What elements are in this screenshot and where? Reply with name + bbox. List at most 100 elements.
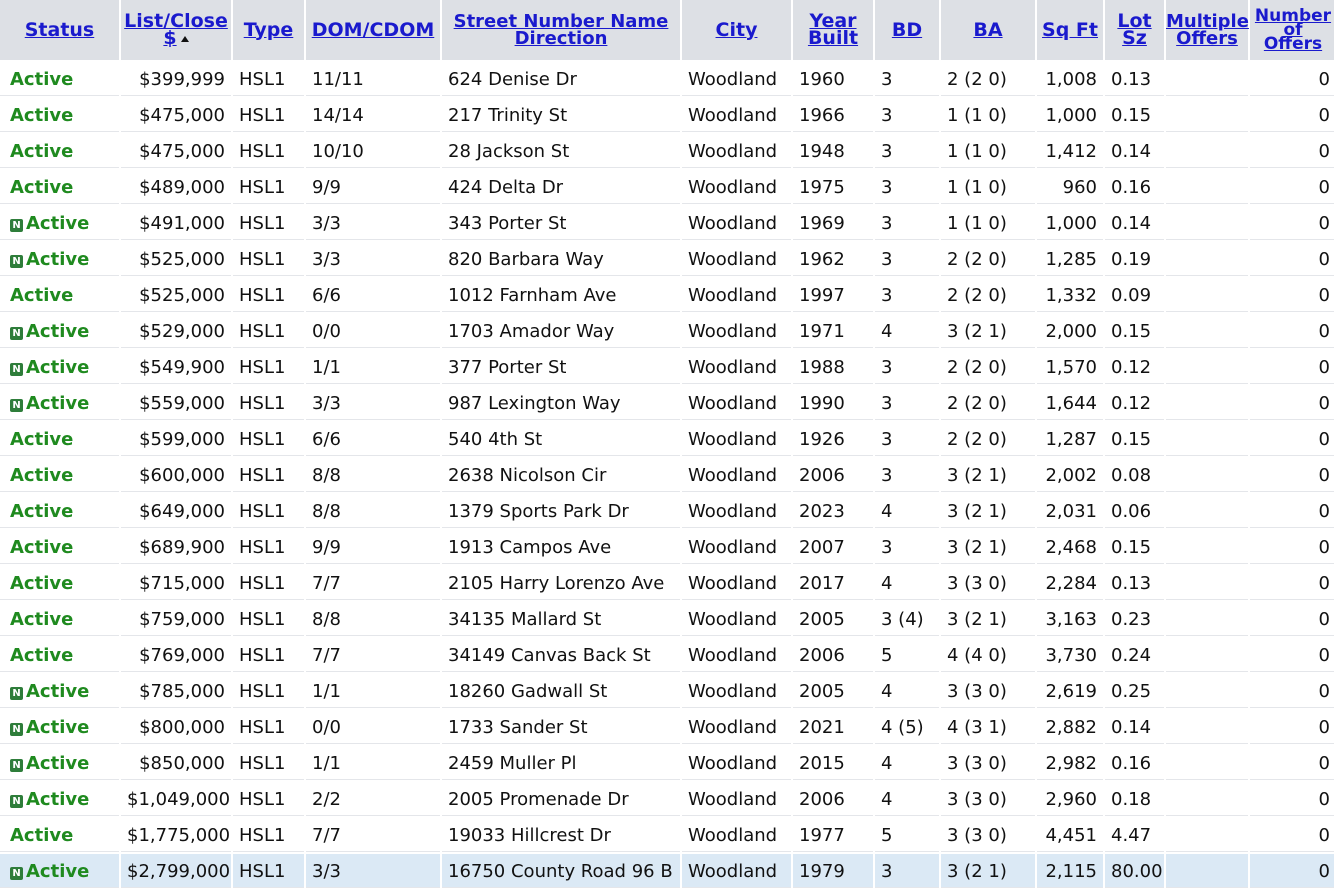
city-cell: Woodland [682,206,791,240]
sqft-cell: 1,285 [1037,242,1103,276]
multiple-offers-cell [1166,170,1248,204]
dom-cdom-cell: 8/8 [306,494,440,528]
col-header-status[interactable]: Status [0,0,119,60]
street-cell: 2459 Muller Pl [442,746,680,780]
year-built-cell: 1969 [793,206,873,240]
type-cell: HSL1 [233,242,304,276]
col-header-city[interactable]: City [682,0,791,60]
col-header-type[interactable]: Type [233,0,304,60]
lot-size-cell: 0.25 [1105,674,1164,708]
col-header-dom-cdom[interactable]: DOM/CDOM [306,0,440,60]
sort-link-sqft[interactable]: Sq Ft [1042,19,1098,41]
type-cell: HSL1 [233,98,304,132]
city-cell: Woodland [682,458,791,492]
new-listing-icon: N [10,254,23,268]
listing-row[interactable]: N Active $2,799,000 HSL1 3/3 16750 County Roa… [0,854,1334,888]
type-cell: HSL1 [233,386,304,420]
listing-row[interactable]: N Active $850,000 HSL1 1/1 2459 Muller Pl Wood… [0,746,1334,780]
city-cell: Woodland [682,350,791,384]
dom-cdom-cell: 6/6 [306,422,440,456]
col-header-year-built[interactable]: Year Built [793,0,873,60]
status-label: Active [26,680,90,702]
sort-link-dom-cdom[interactable]: DOM/CDOM [312,19,435,41]
number-of-offers-cell: 0 [1250,458,1334,492]
bathrooms-cell: 3 (3 0) [941,746,1035,780]
listing-row[interactable]: N Active $525,000 HSL1 3/3 820 Barbara Way Woo… [0,242,1334,276]
price-cell: $1,049,000 [121,782,231,816]
price-cell: $525,000 [121,242,231,276]
city-cell: Woodland [682,818,791,852]
multiple-offers-cell [1166,746,1248,780]
listing-row[interactable]: Active $475,000 HSL1 10/10 28 Jackson St Wood… [0,134,1334,168]
listing-row[interactable]: Active $769,000 HSL1 7/7 34149 Canvas Back S… [0,638,1334,672]
col-header-list-close[interactable]: List/Close $ [121,0,231,60]
listing-row[interactable]: Active $689,900 HSL1 9/9 1913 Campos Ave Wood… [0,530,1334,564]
col-header-bd[interactable]: BD [875,0,939,60]
bedrooms-cell: 3 [875,170,939,204]
lot-size-cell: 0.24 [1105,638,1164,672]
listing-row[interactable]: Active $649,000 HSL1 8/8 1379 Sports Park Dr… [0,494,1334,528]
listing-row[interactable]: Active $1,775,000 HSL1 7/7 19033 Hillcrest D… [0,818,1334,852]
sort-link-multiple-offers[interactable]: Multiple Offers [1166,11,1249,49]
status-label: Active [26,788,90,810]
listing-row[interactable]: Active $399,999 HSL1 11/11 624 Denise Dr Wood… [0,62,1334,96]
listing-row[interactable]: N Active $529,000 HSL1 0/0 1703 Amador Way Woo… [0,314,1334,348]
sqft-cell: 2,882 [1037,710,1103,744]
listing-row[interactable]: Active $759,000 HSL1 8/8 34135 Mallard St Woo… [0,602,1334,636]
multiple-offers-cell [1166,854,1248,888]
sort-link-city[interactable]: City [716,19,758,41]
price-cell: $1,775,000 [121,818,231,852]
bedrooms-cell: 4 [875,314,939,348]
sort-link-street[interactable]: Street Number Name Direction [454,11,669,49]
listing-row[interactable]: N Active $785,000 HSL1 1/1 18260 Gadwall St Wo… [0,674,1334,708]
listing-row[interactable]: Active $715,000 HSL1 7/7 2105 Harry Lorenzo … [0,566,1334,600]
status-cell: Active [0,530,119,564]
bedrooms-cell: 4 [875,746,939,780]
listing-row[interactable]: Active $600,000 HSL1 8/8 2638 Nicolson Cir Wo… [0,458,1334,492]
city-cell: Woodland [682,566,791,600]
sort-link-lot-size[interactable]: Lot Sz [1117,10,1151,49]
listing-row[interactable]: N Active $491,000 HSL1 3/3 343 Porter St Woodl… [0,206,1334,240]
multiple-offers-cell [1166,638,1248,672]
number-of-offers-cell: 0 [1250,62,1334,96]
listing-row[interactable]: N Active $559,000 HSL1 3/3 987 Lexington Way W… [0,386,1334,420]
new-listing-icon: N [10,866,23,880]
col-header-ba[interactable]: BA [941,0,1035,60]
listing-row[interactable]: Active $599,000 HSL1 6/6 540 4th St Woodland 1… [0,422,1334,456]
sqft-cell: 3,163 [1037,602,1103,636]
number-of-offers-cell: 0 [1250,602,1334,636]
col-header-number-of-offers[interactable]: Number of Offers [1250,0,1334,60]
col-header-sqft[interactable]: Sq Ft [1037,0,1103,60]
sort-link-number-of-offers[interactable]: Number of Offers [1255,6,1331,54]
dom-cdom-cell: 0/0 [306,710,440,744]
col-header-multiple-offers[interactable]: Multiple Offers [1166,0,1249,60]
listing-row[interactable]: N Active $800,000 HSL1 0/0 1733 Sander St Wood… [0,710,1334,744]
type-cell: HSL1 [233,854,304,888]
listing-row[interactable]: Active $475,000 HSL1 14/14 217 Trinity St Woo… [0,98,1334,132]
street-cell: 2638 Nicolson Cir [442,458,680,492]
sort-link-list-close[interactable]: List/Close $ [124,10,228,49]
sort-link-bd[interactable]: BD [892,19,922,41]
type-cell: HSL1 [233,530,304,564]
sort-link-type[interactable]: Type [244,19,294,41]
col-header-street[interactable]: Street Number Name Direction [442,0,680,60]
listing-row[interactable]: Active $489,000 HSL1 9/9 424 Delta Dr Woodlan… [0,170,1334,204]
year-built-cell: 1988 [793,350,873,384]
sqft-cell: 1,332 [1037,278,1103,312]
street-cell: 19033 Hillcrest Dr [442,818,680,852]
sort-link-ba[interactable]: BA [973,19,1002,41]
bedrooms-cell: 3 [875,386,939,420]
listing-row[interactable]: N Active $1,049,000 HSL1 2/2 2005 Promenade D… [0,782,1334,816]
street-cell: 1012 Farnham Ave [442,278,680,312]
col-header-lot-size[interactable]: Lot Sz [1105,0,1164,60]
number-of-offers-cell: 0 [1250,494,1334,528]
sort-link-status[interactable]: Status [25,19,95,41]
price-cell: $549,900 [121,350,231,384]
bedrooms-cell: 3 [875,350,939,384]
listing-row[interactable]: Active $525,000 HSL1 6/6 1012 Farnham Ave Woo… [0,278,1334,312]
type-cell: HSL1 [233,170,304,204]
listing-row[interactable]: N Active $549,900 HSL1 1/1 377 Porter St Woodl… [0,350,1334,384]
lot-size-cell: 0.13 [1105,62,1164,96]
sort-link-year-built[interactable]: Year Built [808,10,858,49]
year-built-cell: 1977 [793,818,873,852]
